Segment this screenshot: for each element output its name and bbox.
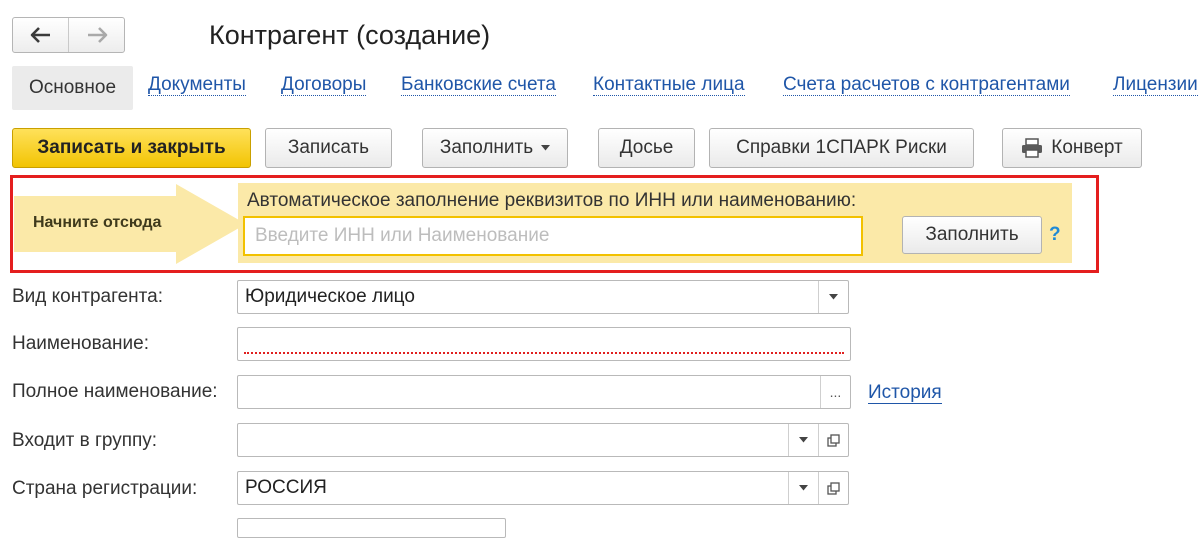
spark-reports-button[interactable]: Справки 1СПАРК Риски bbox=[709, 128, 974, 168]
country-value: РОССИЯ bbox=[245, 477, 327, 498]
tab-contracts[interactable]: Договоры bbox=[281, 74, 367, 96]
save-and-close-button[interactable]: Записать и закрыть bbox=[12, 128, 251, 168]
tab-main[interactable]: Основное bbox=[12, 66, 133, 110]
arrow-right-icon bbox=[87, 27, 107, 43]
country-label: Страна регистрации: bbox=[12, 478, 198, 499]
autofill-button[interactable]: Заполнить bbox=[902, 216, 1042, 254]
printer-icon bbox=[1022, 138, 1043, 158]
group-select[interactable] bbox=[237, 423, 849, 457]
dossier-button[interactable]: Досье bbox=[598, 128, 695, 168]
autofill-label: Автоматическое заполнение реквизитов по … bbox=[247, 190, 857, 211]
tab-bank-accounts[interactable]: Банковские счета bbox=[401, 74, 556, 96]
fill-dropdown-button[interactable]: Заполнить bbox=[422, 128, 568, 168]
kind-label: Вид контрагента: bbox=[12, 286, 163, 307]
kind-value: Юридическое лицо bbox=[245, 286, 415, 307]
inn-search-input[interactable] bbox=[243, 216, 863, 256]
full-name-label: Полное наименование: bbox=[12, 381, 218, 402]
country-select[interactable]: РОССИЯ bbox=[237, 471, 849, 505]
full-name-value bbox=[238, 376, 820, 408]
help-icon[interactable]: ? bbox=[1049, 224, 1061, 246]
name-label: Наименование: bbox=[12, 333, 149, 354]
dropdown-arrow-icon[interactable] bbox=[818, 281, 848, 313]
history-link[interactable]: История bbox=[868, 382, 942, 404]
full-name-field[interactable]: ... bbox=[237, 375, 851, 409]
group-label: Входит в группу: bbox=[12, 430, 158, 451]
tab-contact-persons[interactable]: Контактные лица bbox=[593, 74, 745, 96]
partial-field[interactable] bbox=[237, 518, 506, 538]
history-nav bbox=[12, 17, 125, 53]
open-form-icon[interactable] bbox=[818, 472, 848, 504]
back-button[interactable] bbox=[13, 18, 68, 52]
open-form-icon[interactable] bbox=[818, 424, 848, 456]
group-value bbox=[238, 424, 788, 456]
dropdown-arrow-icon[interactable] bbox=[788, 424, 818, 456]
arrow-left-icon bbox=[30, 27, 50, 43]
save-button[interactable]: Записать bbox=[265, 128, 392, 168]
tab-label: Основное bbox=[28, 77, 117, 98]
tab-licenses[interactable]: Лицензии bbox=[1113, 74, 1198, 96]
dropdown-arrow-icon[interactable] bbox=[788, 472, 818, 504]
kind-select[interactable]: Юридическое лицо bbox=[237, 280, 849, 314]
tab-documents[interactable]: Документы bbox=[148, 74, 246, 96]
forward-button[interactable] bbox=[68, 18, 124, 52]
caret-down-icon bbox=[541, 145, 551, 151]
name-field[interactable] bbox=[237, 327, 851, 361]
ellipsis-button[interactable]: ... bbox=[820, 376, 850, 408]
tab-settlement-accounts[interactable]: Счета расчетов с контрагентами bbox=[783, 74, 1070, 96]
page-title: Контрагент (создание) bbox=[209, 20, 491, 50]
start-here-label: Начните отсюда bbox=[33, 214, 162, 231]
envelope-button[interactable]: Конверт bbox=[1002, 128, 1142, 168]
required-underline bbox=[244, 352, 844, 354]
